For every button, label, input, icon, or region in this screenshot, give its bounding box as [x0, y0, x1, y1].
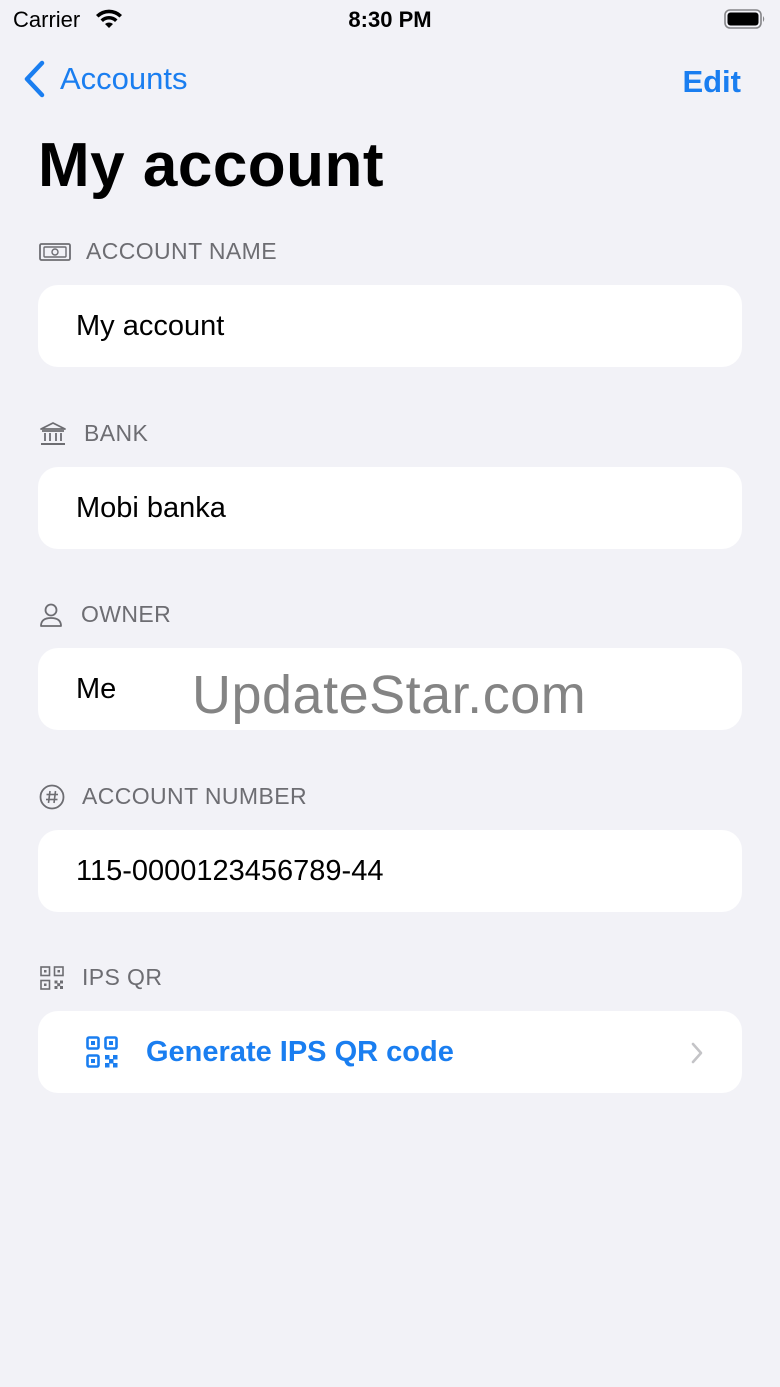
section-header-ips-qr: IPS QR — [38, 964, 162, 991]
banknote-icon — [38, 239, 72, 265]
account-name-field[interactable]: My account — [38, 285, 742, 367]
section-header-bank: BANK — [38, 420, 148, 447]
section-header-label: ACCOUNT NUMBER — [82, 783, 307, 809]
back-button[interactable]: Accounts — [22, 60, 188, 98]
bank-building-icon — [38, 421, 68, 447]
clock: 8:30 PM — [348, 7, 432, 32]
page-title: My account — [38, 131, 385, 200]
section-header-label: OWNER — [81, 601, 172, 627]
account-number-field[interactable]: 115-0000123456789-44 — [38, 830, 742, 912]
owner-field[interactable]: Me — [38, 648, 742, 730]
bank-field[interactable]: Mobi banka — [38, 467, 742, 549]
chevron-left-icon — [24, 60, 45, 98]
generate-ips-qr-label: Generate IPS QR code — [146, 1035, 454, 1068]
qr-code-icon — [38, 965, 66, 991]
chevron-right-icon — [691, 1042, 703, 1064]
owner-value: Me — [76, 672, 117, 705]
section-header-owner: OWNER — [38, 601, 171, 628]
section-header-account-name: ACCOUNT NAME — [38, 238, 277, 265]
generate-ips-qr-button[interactable]: Generate IPS QR code — [38, 1011, 742, 1093]
account-number-value: 115-0000123456789-44 — [76, 854, 384, 887]
bank-value: Mobi banka — [76, 491, 226, 524]
navigation-bar: Accounts Edit — [0, 56, 780, 106]
section-header-account-number: ACCOUNT NUMBER — [38, 783, 307, 810]
edit-button[interactable]: Edit — [682, 64, 741, 100]
number-sign-icon — [38, 784, 66, 810]
account-name-value: My account — [76, 309, 225, 342]
person-icon — [38, 602, 64, 628]
battery-icon — [724, 9, 765, 29]
section-header-label: BANK — [84, 420, 149, 446]
section-header-label: IPS QR — [82, 964, 163, 990]
status-bar: Carrier 8:30 PM — [0, 0, 780, 40]
qr-code-icon — [86, 1036, 118, 1068]
back-button-label: Accounts — [60, 61, 188, 96]
section-header-label: ACCOUNT NAME — [86, 238, 277, 264]
